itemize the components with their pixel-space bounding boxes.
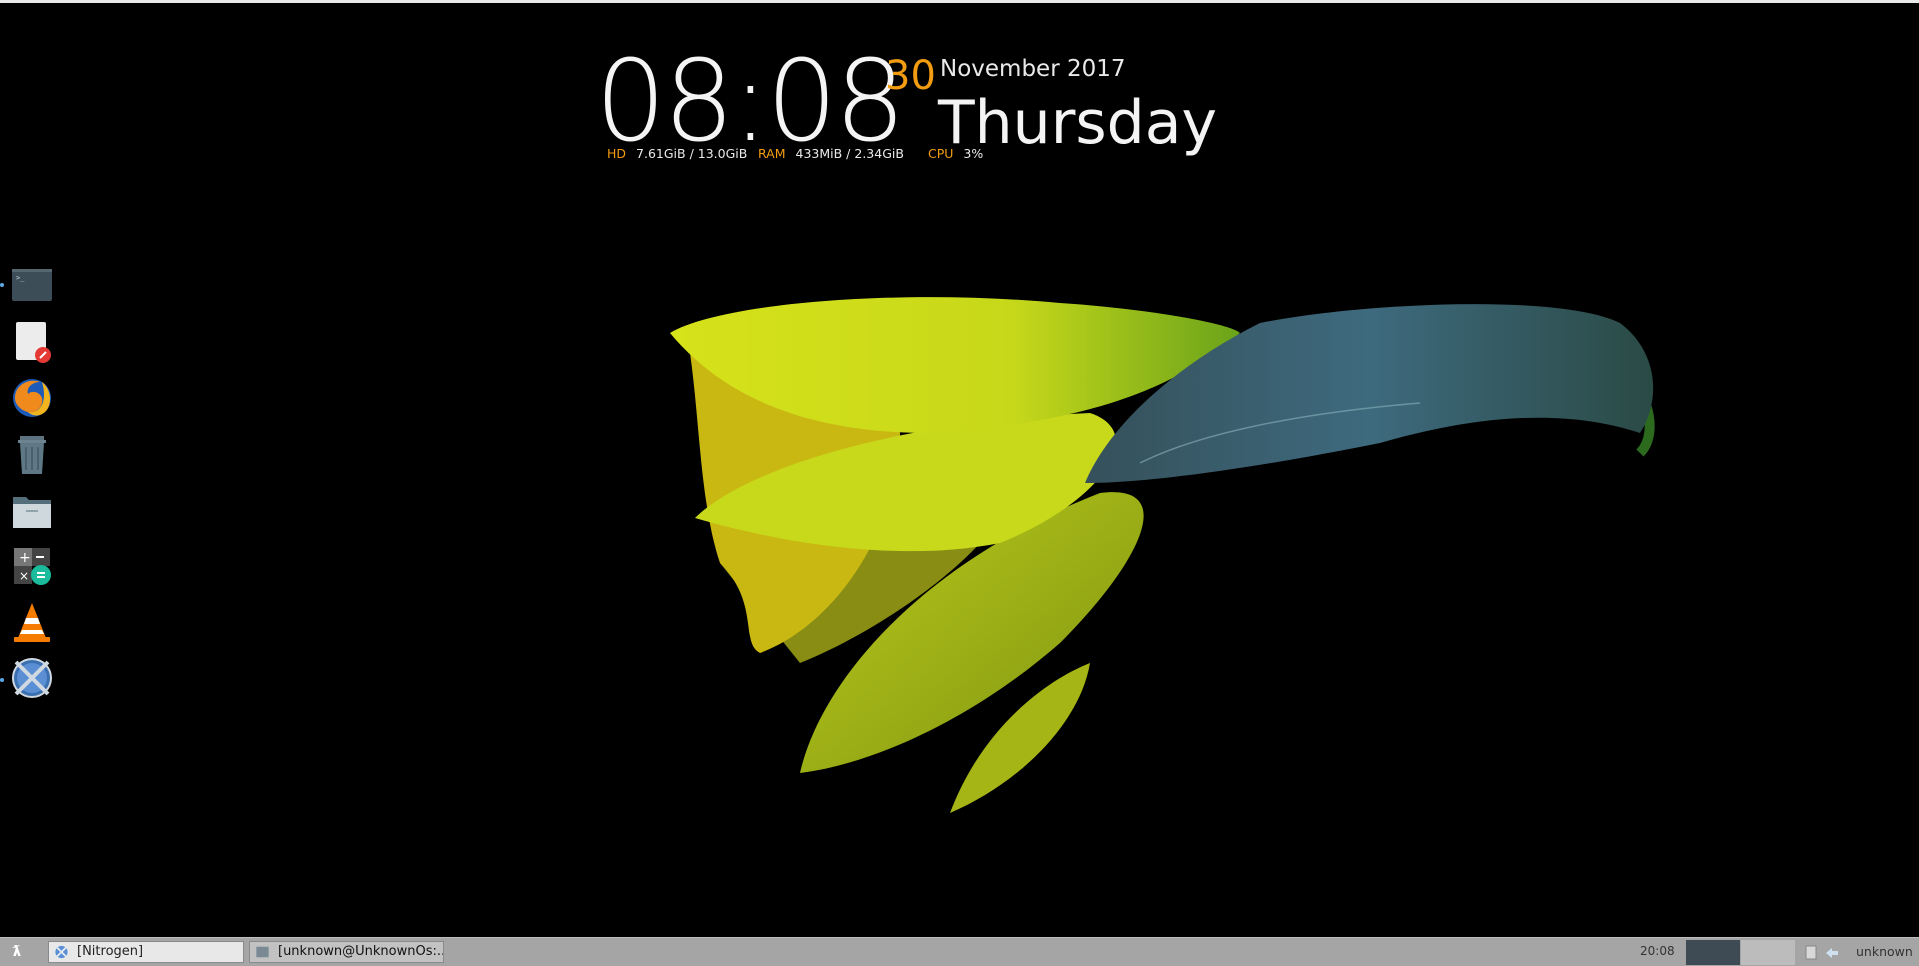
terminal-icon[interactable]: >_ (10, 264, 54, 308)
hd-label: HD (607, 146, 627, 161)
start-menu-button[interactable]: ƛ (6, 942, 28, 962)
taskbar-item-terminal[interactable]: [unknown@UnknownOs:... (249, 941, 444, 963)
clipboard-icon[interactable] (1803, 944, 1819, 960)
ram-value: 433MiB / 2.34GiB (795, 146, 904, 161)
cpu-value: 3% (963, 146, 984, 161)
text-editor-icon[interactable] (10, 320, 54, 364)
ram-label: RAM (758, 146, 786, 161)
vlc-icon[interactable] (10, 600, 54, 644)
workspace-2[interactable] (1741, 940, 1795, 965)
cpu-stat: CPU 3% (928, 146, 983, 161)
firefox-icon[interactable] (10, 376, 54, 420)
calculator-icon[interactable]: + × (10, 544, 54, 588)
clock-time: 08:08 (595, 37, 906, 167)
running-indicator (0, 678, 4, 682)
hd-value: 7.61GiB / 13.0GiB (636, 146, 748, 161)
nitrogen-icon (55, 945, 68, 959)
username-label: unknown (1856, 944, 1913, 959)
terminal-icon (256, 946, 269, 958)
workspace-1[interactable] (1686, 940, 1740, 965)
clock-month-year: November 2017 (940, 56, 1126, 82)
clock-day-number: 30 (885, 53, 936, 99)
desktop-clock-widget: 08:08 30 November 2017 Thursday HD 7.61Gi… (595, 37, 1217, 176)
hd-stat: HD 7.61GiB / 13.0GiB (607, 146, 747, 161)
nitrogen-icon[interactable] (10, 656, 54, 700)
ram-stat: RAM 433MiB / 2.34GiB (758, 146, 904, 161)
taskbar-item-label: [unknown@UnknownOs:... (278, 944, 444, 959)
cpu-label: CPU (928, 146, 954, 161)
file-manager-icon[interactable] (10, 488, 54, 532)
network-icon[interactable] (1824, 944, 1840, 960)
svg-text:>_: >_ (16, 274, 25, 282)
taskbar-item-nitrogen[interactable]: [Nitrogen] (48, 941, 244, 963)
svg-text:+: + (19, 550, 31, 566)
running-indicator (0, 283, 4, 287)
taskbar-item-label: [Nitrogen] (77, 944, 144, 959)
taskbar-clock[interactable]: 20:08 (1640, 944, 1675, 958)
svg-text:×: × (19, 569, 29, 583)
trash-icon[interactable] (10, 432, 54, 476)
taskbar: ƛ [Nitrogen] [unknown@UnknownOs:... 20:0… (0, 937, 1919, 966)
